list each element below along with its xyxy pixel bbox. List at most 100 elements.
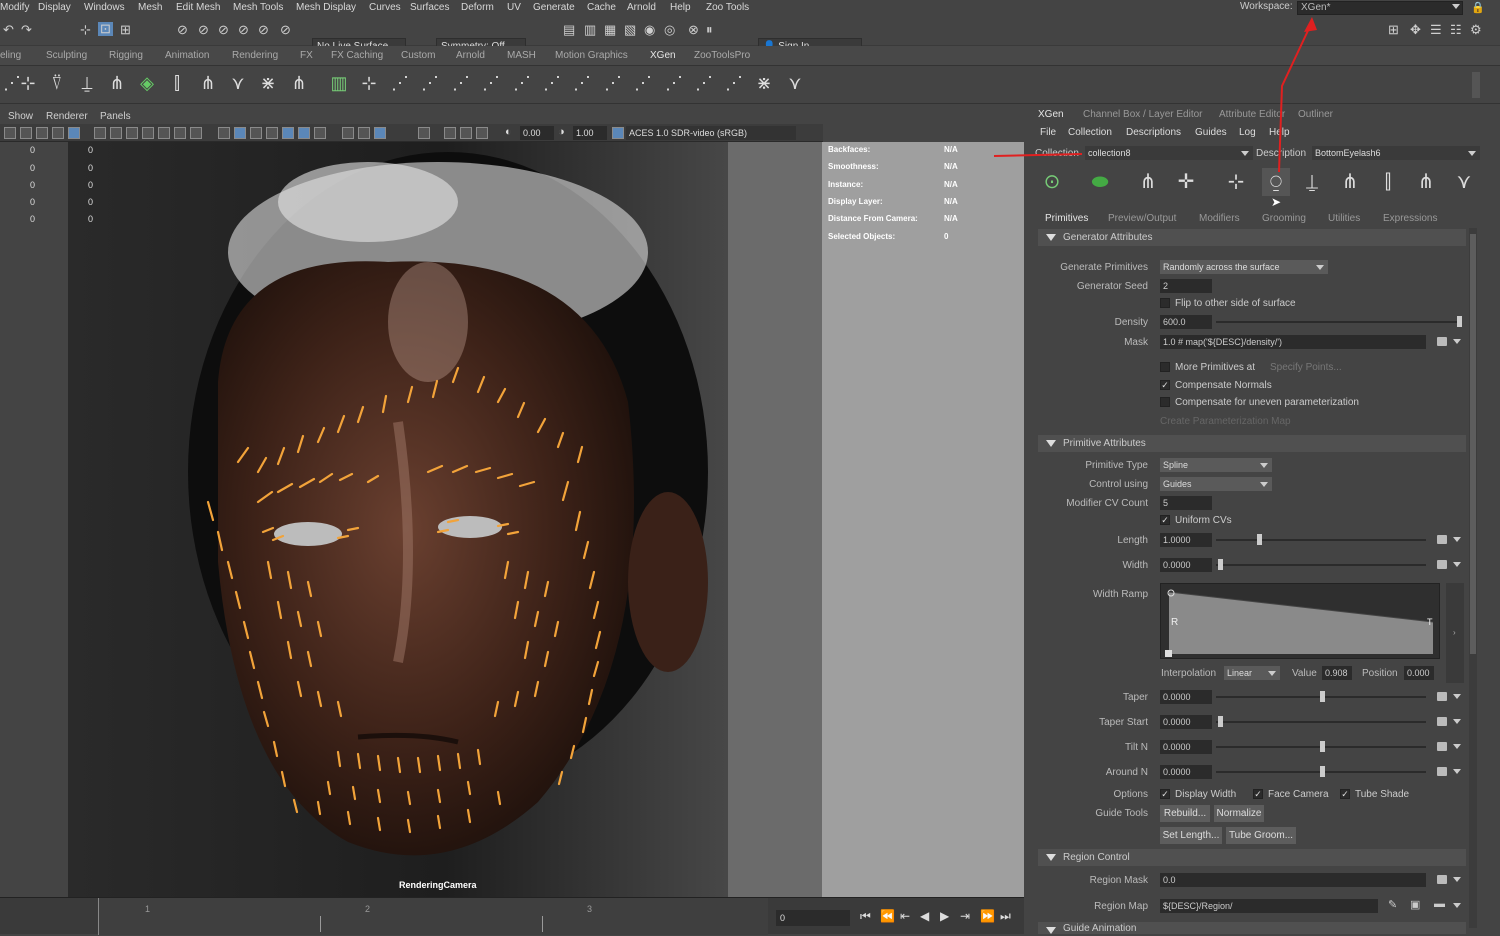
rebuild-button[interactable]: Rebuild... [1160, 805, 1210, 822]
set-length-button[interactable]: Set Length... [1160, 827, 1222, 844]
lights-icon[interactable] [298, 127, 310, 139]
xgen-menu-help[interactable]: Help [1269, 127, 1290, 138]
interpolation-dropdown[interactable]: Linear [1224, 666, 1280, 680]
density-slider[interactable] [1216, 321, 1462, 323]
tab-xgen-panel[interactable]: XGen [1038, 109, 1064, 120]
chevron-down-icon[interactable] [1453, 537, 1461, 542]
brush-scale-icon[interactable]: ⋎ [783, 70, 807, 96]
wireframe-icon[interactable] [218, 127, 230, 139]
step-back-key-icon[interactable]: ⏪ [880, 909, 895, 923]
sculpt-guides-icon[interactable]: ⋔ [1336, 168, 1364, 196]
tab-sculpting[interactable]: Sculpting [46, 50, 87, 61]
render-settings-icon[interactable]: ▦ [604, 23, 616, 37]
length-slider-handle[interactable] [1257, 534, 1262, 545]
menu-generate[interactable]: Generate [533, 2, 575, 13]
map-icon[interactable] [1437, 767, 1447, 776]
display-width-checkbox[interactable]: ✓ [1160, 789, 1170, 799]
length-field[interactable]: 1.0000 [1160, 533, 1212, 547]
cut-icon[interactable]: ⋇ [256, 70, 280, 96]
color-management-icon[interactable] [612, 127, 624, 139]
around-n-slider-handle[interactable] [1320, 766, 1325, 777]
hypershade-icon[interactable]: ▧ [624, 23, 636, 37]
brush-length-icon[interactable]: ⋰ [388, 70, 412, 96]
vp-menu-panels[interactable]: Panels [100, 111, 131, 122]
menu-mesh-display[interactable]: Mesh Display [296, 2, 356, 13]
step-forward-key-icon[interactable]: ⏩ [980, 909, 995, 923]
menu-curves[interactable]: Curves [369, 2, 401, 13]
brush-density-icon[interactable]: ⋰ [418, 70, 442, 96]
guide-to-curve-icon[interactable]: ⫿ [165, 70, 189, 96]
tab-custom[interactable]: Custom [401, 50, 435, 61]
normalize-button[interactable]: Normalize [1214, 805, 1264, 822]
width-field[interactable]: 0.0000 [1160, 558, 1212, 572]
timeline-track[interactable] [98, 898, 768, 935]
region-map-field[interactable]: ${DESC}/Region/ [1160, 899, 1378, 913]
current-frame-field[interactable]: 0 [776, 910, 850, 926]
flip-side-checkbox[interactable] [1160, 298, 1170, 308]
menu-arnold[interactable]: Arnold [627, 2, 656, 13]
chevron-down-icon[interactable] [1453, 719, 1461, 724]
tab-motion-graphics[interactable]: Motion Graphics [555, 50, 628, 61]
tool-settings-toggle-icon[interactable]: ☷ [1450, 23, 1462, 37]
ramp-position-field[interactable]: 0.000 [1404, 666, 1434, 680]
panel-scrollbar[interactable] [1469, 228, 1477, 928]
shadows-icon[interactable] [314, 127, 326, 139]
chevron-down-icon[interactable] [1453, 769, 1461, 774]
motion-blur-icon[interactable] [358, 127, 370, 139]
map-icon[interactable] [1437, 692, 1447, 701]
viewport-3d[interactable]: RenderingCamera 0 0 0 0 0 [68, 142, 822, 897]
add-guide-tool-icon[interactable]: ⋔ [1134, 168, 1162, 196]
subtab-modifiers[interactable]: Modifiers [1199, 213, 1240, 224]
brush-twist-icon[interactable]: ⋰ [662, 70, 686, 96]
length-slider[interactable] [1216, 539, 1426, 541]
tab-modeling[interactable]: eling [0, 50, 21, 61]
place-icon[interactable]: ⊹ [357, 70, 381, 96]
taper-start-field[interactable]: 0.0000 [1160, 715, 1212, 729]
create-parameterization-map-button[interactable]: Create Parameterization Map [1160, 416, 1291, 427]
create-description-icon[interactable]: ◈ [135, 70, 159, 96]
taper-slider-handle[interactable] [1320, 691, 1325, 702]
move-guide-icon[interactable]: ✛ [1172, 168, 1200, 196]
arnold-ipr-icon[interactable]: ⊗ [688, 23, 699, 37]
ramp-key-handle[interactable] [1165, 650, 1172, 657]
tab-arnold[interactable]: Arnold [456, 50, 485, 61]
xgen-menu-guides[interactable]: Guides [1195, 127, 1227, 138]
groom-icon[interactable]: ⋔ [196, 70, 220, 96]
gate-mask-icon[interactable] [142, 127, 154, 139]
mask-expression-field[interactable]: 1.0 # map('${DESC}/density/') [1160, 335, 1426, 349]
compensate-normals-checkbox[interactable]: ✓ [1160, 380, 1170, 390]
default-material-icon[interactable] [250, 127, 262, 139]
snap-vertex-icon[interactable]: ⊘ [280, 23, 291, 37]
wireframe-on-shaded-icon[interactable] [266, 127, 278, 139]
select-object-icon[interactable]: ⊡ [98, 22, 113, 36]
film-gate-icon[interactable] [110, 127, 122, 139]
noise-icon[interactable]: ⋔ [287, 70, 311, 96]
sculpt-guide-icon[interactable]: ⋔ [105, 70, 129, 96]
xgen-menu-collection[interactable]: Collection [1068, 127, 1112, 138]
vp-menu-show[interactable]: Show [8, 111, 33, 122]
map-icon[interactable] [1437, 560, 1447, 569]
anti-aliasing-icon[interactable] [374, 127, 386, 139]
camera-attributes-icon[interactable] [20, 127, 32, 139]
xgen-menu-descriptions[interactable]: Descriptions [1126, 127, 1181, 138]
guide-visibility-icon[interactable]: ⋎ [1450, 168, 1478, 196]
add-guide-icon[interactable]: ⊹ [16, 70, 40, 96]
tab-animation[interactable]: Animation [165, 50, 209, 61]
lock-guide-icon[interactable]: ⍊ [75, 70, 99, 96]
screen-space-ao-icon[interactable] [342, 127, 354, 139]
snap-curve-icon[interactable]: ⊘ [198, 23, 209, 37]
snap-surface-icon[interactable]: ⊘ [258, 23, 269, 37]
menu-modify[interactable]: Modify [0, 2, 29, 13]
tab-xgen[interactable]: XGen [650, 50, 676, 61]
region-mask-field[interactable]: 0.0 [1160, 873, 1426, 887]
tab-fx-caching[interactable]: FX Caching [331, 50, 383, 61]
2d-pan-icon[interactable] [68, 127, 80, 139]
subtab-expressions[interactable]: Expressions [1383, 213, 1437, 224]
section-guide-animation[interactable]: Guide Animation [1038, 922, 1466, 934]
primitive-type-dropdown[interactable]: Spline [1160, 458, 1272, 472]
map-icon[interactable] [1437, 337, 1447, 346]
tilt-n-slider-handle[interactable] [1320, 741, 1325, 752]
time-slider[interactable]: 1 2 3 0 ⏮ ⏪ ⇤ ◀ ▶ ⇥ ⏩ ⏭ [0, 897, 1024, 935]
image-plane-icon[interactable] [52, 127, 64, 139]
step-back-frame-icon[interactable]: ⇤ [900, 909, 910, 923]
